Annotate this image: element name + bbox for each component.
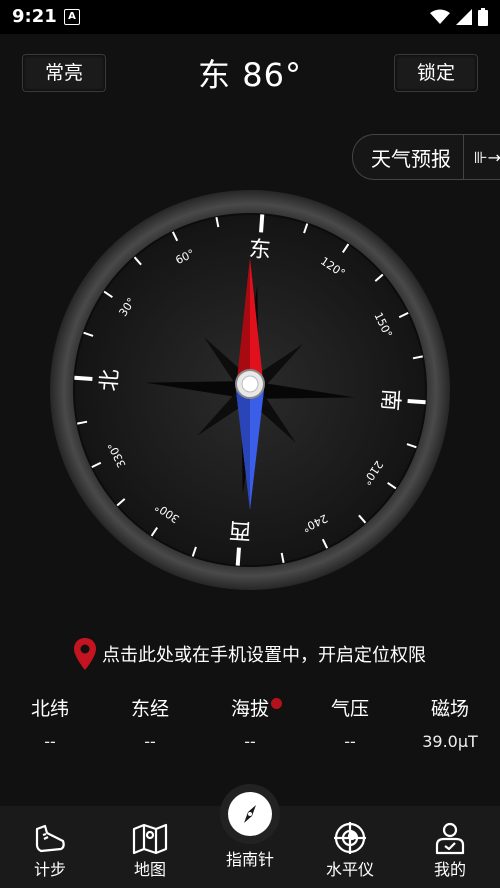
dial-tick bbox=[235, 547, 241, 566]
stat-label-wrap: 海拔 bbox=[200, 694, 300, 720]
alert-dot-icon bbox=[271, 698, 282, 709]
stat-value: -- bbox=[44, 732, 56, 751]
heading-readout: 东 86° bbox=[198, 56, 302, 94]
stat-altitude[interactable]: 海拔 -- bbox=[200, 694, 300, 751]
compass-graphic: 北东南西30°60° 120°150°210°240°300°330° bbox=[50, 190, 450, 590]
battery-icon bbox=[478, 8, 488, 26]
stat-latitude: 北纬 -- bbox=[0, 694, 100, 751]
stat-value: 39.0μT bbox=[422, 732, 478, 751]
cardinal-north: 北 bbox=[97, 368, 123, 392]
weather-forecast-button[interactable]: 天气预报 ⊪→ bbox=[352, 134, 500, 180]
stat-value: -- bbox=[244, 732, 256, 751]
weather-forecast-label: 天气预报 bbox=[371, 146, 451, 171]
status-bar: 9:21 A bbox=[0, 0, 500, 34]
cardinal-south: 南 bbox=[376, 388, 402, 412]
nav-label: 地图 bbox=[133, 860, 166, 879]
compass-icon bbox=[244, 805, 256, 823]
compass-dial[interactable]: 北东南西 30° 60° 120° 150° 210° 240° 300° 330° bbox=[48, 188, 452, 592]
lock-button[interactable]: 锁定 bbox=[394, 54, 478, 92]
level-icon bbox=[334, 822, 366, 854]
nav-item-pedometer[interactable]: 计步 bbox=[0, 806, 100, 888]
location-permission-prompt[interactable]: 点击此处或在手机设置中，开启定位权限 bbox=[0, 638, 500, 670]
nav-compass-bubble bbox=[220, 784, 280, 844]
nav-label: 指南针 bbox=[225, 850, 274, 869]
needle-pivot-center bbox=[241, 375, 259, 393]
dial-tick bbox=[259, 214, 265, 233]
nav-item-compass[interactable]: 指南针 bbox=[200, 784, 300, 888]
cardinal-west: 西 bbox=[228, 516, 252, 542]
status-icons bbox=[430, 8, 488, 26]
stat-magnetic-field: 磁场 39.0μT bbox=[400, 694, 500, 751]
map-icon bbox=[132, 823, 168, 855]
expand-arrow-icon: ⊪→ bbox=[473, 147, 500, 167]
stat-pressure: 气压 -- bbox=[300, 694, 400, 751]
shoe-icon bbox=[35, 824, 65, 853]
divider bbox=[462, 135, 464, 179]
stat-label: 东经 bbox=[130, 698, 169, 720]
nav-item-profile[interactable]: 我的 bbox=[400, 806, 500, 888]
nav-item-level[interactable]: 水平仪 bbox=[300, 806, 400, 888]
dial-tick bbox=[407, 399, 426, 405]
bottom-navigation: 计步 地图 指南针 水平仪 我的 bbox=[0, 784, 500, 888]
stat-label: 气压 bbox=[330, 698, 369, 720]
sensor-stats: 北纬 -- 东经 -- 海拔 -- 气压 -- 磁场 39.0μT bbox=[0, 694, 500, 751]
nav-item-map[interactable]: 地图 bbox=[100, 806, 200, 888]
stat-value: -- bbox=[144, 732, 156, 751]
wifi-icon bbox=[430, 9, 450, 24]
location-prompt-text: 点击此处或在手机设置中，开启定位权限 bbox=[102, 645, 426, 666]
cardinal-east: 东 bbox=[248, 237, 272, 263]
notification-icon: A bbox=[64, 9, 80, 25]
nav-label: 计步 bbox=[33, 860, 66, 879]
nav-label: 我的 bbox=[433, 860, 466, 879]
stat-label: 海拔 bbox=[230, 698, 269, 720]
nav-label: 水平仪 bbox=[325, 860, 374, 879]
keep-screen-on-button[interactable]: 常亮 bbox=[22, 54, 106, 92]
stat-label: 磁场 bbox=[430, 698, 469, 720]
signal-icon bbox=[456, 9, 472, 25]
stat-value: -- bbox=[344, 732, 356, 751]
status-time: 9:21 bbox=[12, 6, 57, 27]
stat-label: 北纬 bbox=[30, 698, 69, 720]
location-pin-icon bbox=[74, 638, 96, 670]
stat-longitude: 东经 -- bbox=[100, 694, 200, 751]
dial-tick bbox=[74, 375, 93, 381]
profile-icon bbox=[435, 822, 465, 855]
